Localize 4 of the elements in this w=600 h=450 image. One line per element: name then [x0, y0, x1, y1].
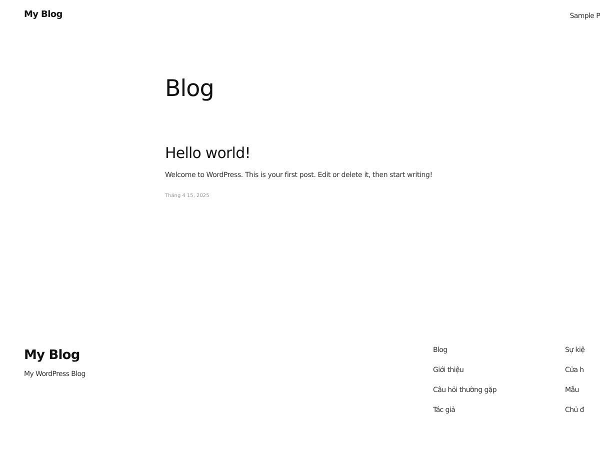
site-title[interactable]: My Blog [24, 10, 62, 36]
footer-site-title[interactable]: My Blog [24, 348, 433, 363]
post-title[interactable]: Hello world! [165, 144, 600, 162]
page-title: Blog [165, 76, 215, 102]
